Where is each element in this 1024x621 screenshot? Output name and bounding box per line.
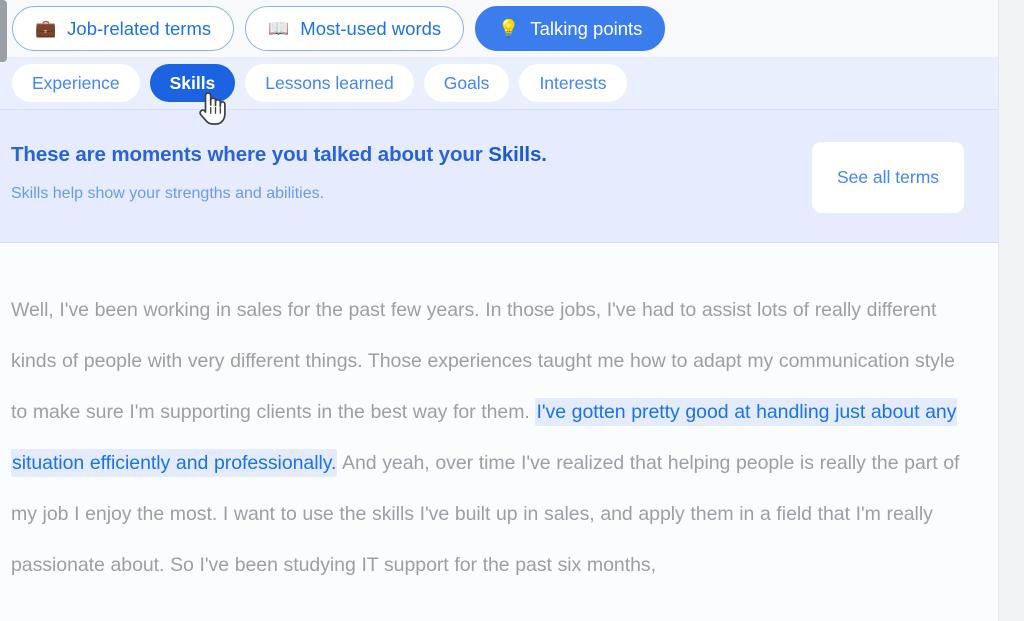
tab-experience[interactable]: Experience [12, 64, 140, 102]
category-pill-bar: 💼 Job-related terms 📖 Most-used words 💡 … [0, 0, 998, 57]
info-title-prefix: These are moments where you talked about… [11, 143, 489, 166]
see-all-terms-button[interactable]: See all terms [812, 142, 964, 213]
tab-skills[interactable]: Skills [149, 64, 236, 102]
tab-lessons-learned[interactable]: Lessons learned [245, 64, 414, 102]
tab-goals[interactable]: Goals [423, 64, 510, 102]
category-pill-label: Most-used words [300, 17, 442, 39]
left-scrollbar-thumb[interactable] [0, 0, 7, 62]
tab-interests[interactable]: Interests [519, 64, 627, 102]
transcript-panel: 💼 Job-related terms 📖 Most-used words 💡 … [0, 0, 998, 621]
category-pill-most-used-words[interactable]: 📖 Most-used words [245, 6, 465, 51]
right-gutter [998, 0, 1024, 621]
category-pill-label: Job-related terms [67, 17, 212, 39]
transcript-text: Well, I've been working in sales for the… [11, 285, 968, 591]
category-pill-label: Talking points [530, 17, 643, 39]
info-title-category: Skills. [488, 143, 547, 166]
left-scrollbar[interactable] [0, 0, 7, 621]
briefcase-icon: 💼 [35, 19, 57, 38]
talking-points-tab-bar: Experience Skills Lessons learned Goals … [0, 57, 998, 110]
info-banner-title: These are moments where you talked about… [11, 143, 547, 168]
category-pill-talking-points[interactable]: 💡 Talking points [475, 6, 666, 51]
app-root: 💼 Job-related terms 📖 Most-used words 💡 … [0, 0, 1024, 621]
info-banner-subtitle: Skills help show your strengths and abil… [11, 184, 325, 202]
open-book-icon: 📖 [268, 19, 290, 38]
info-banner-text: These are moments where you talked about… [11, 143, 547, 203]
lightbulb-icon: 💡 [498, 19, 520, 38]
category-pill-job-related-terms[interactable]: 💼 Job-related terms [12, 6, 235, 51]
transcript-scroll-area[interactable]: Well, I've been working in sales for the… [0, 244, 998, 621]
